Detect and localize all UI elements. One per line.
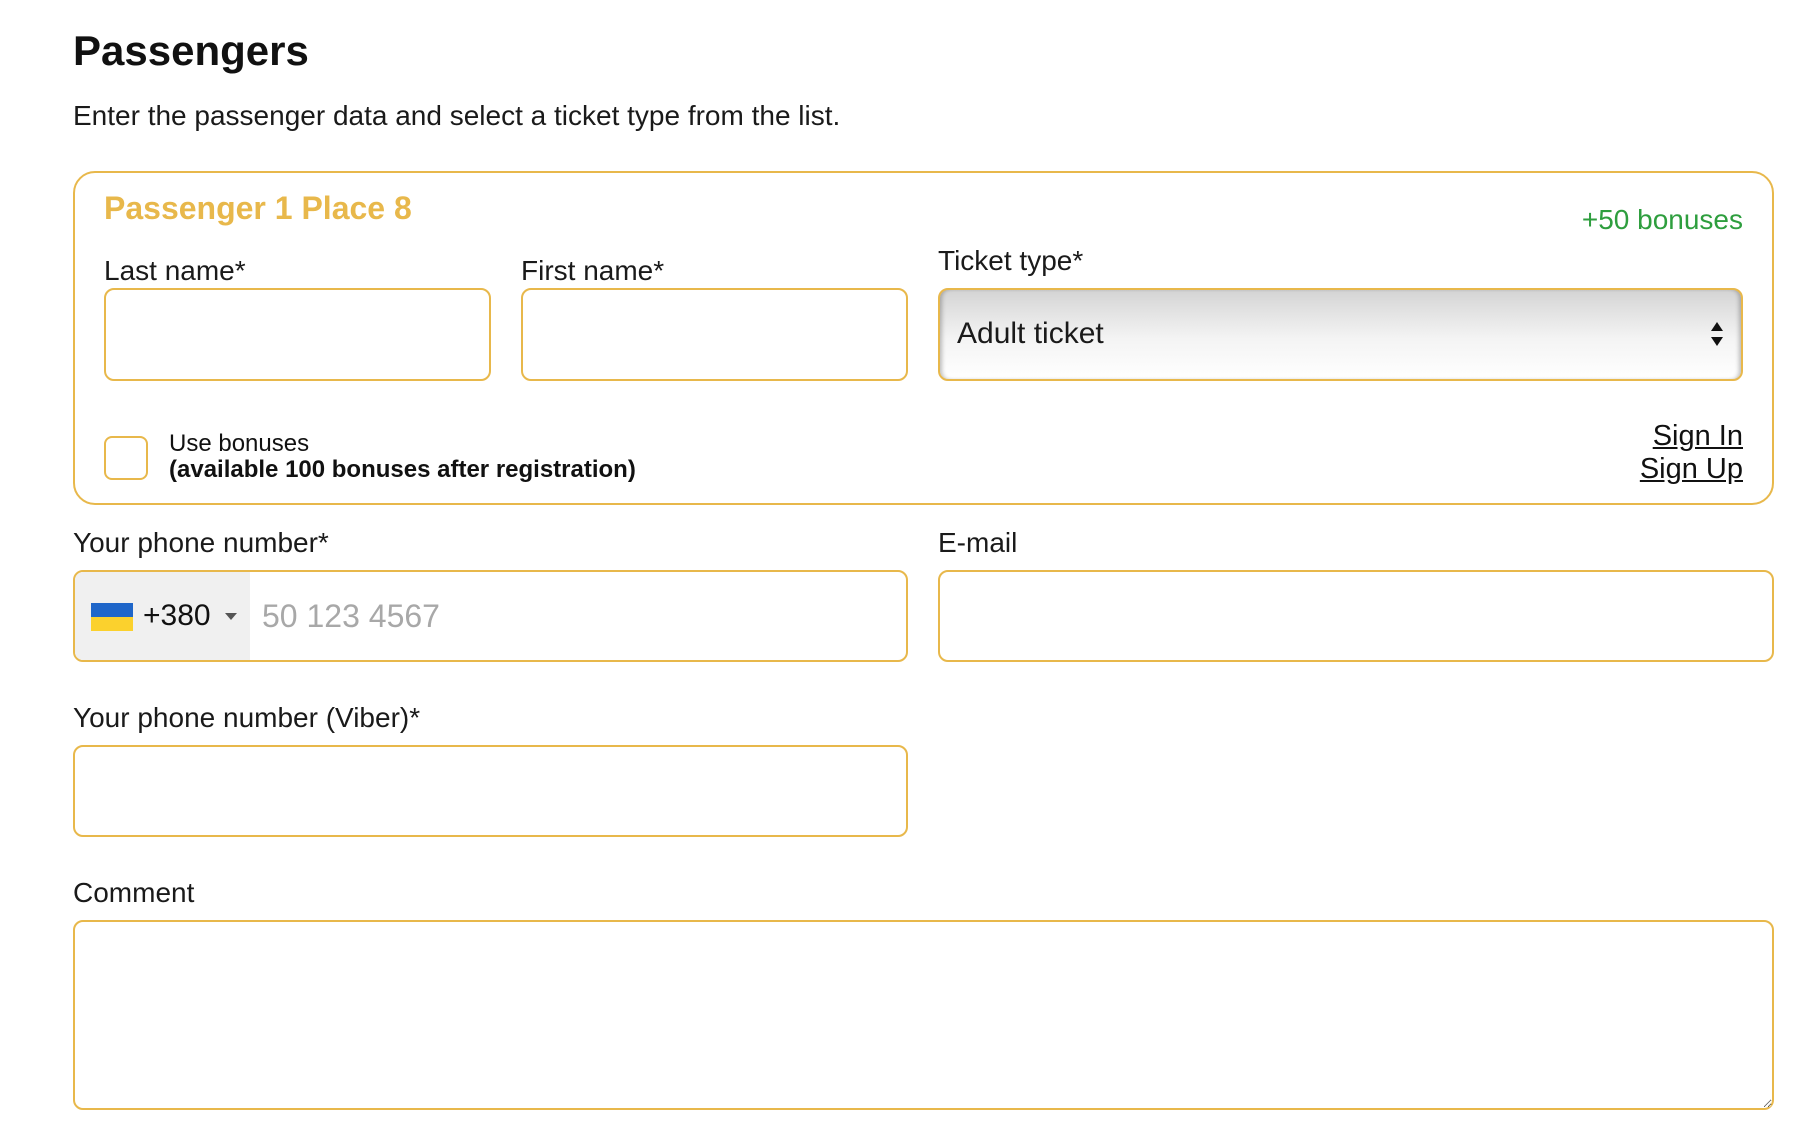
sign-in-link[interactable]: Sign In bbox=[1653, 420, 1743, 453]
phone-label: Your phone number* bbox=[73, 527, 329, 558]
email-field[interactable] bbox=[938, 570, 1774, 662]
first-name-label: First name* bbox=[521, 255, 665, 286]
viber-phone-field[interactable] bbox=[73, 745, 908, 837]
ticket-type-value: Adult ticket bbox=[957, 317, 1104, 350]
use-bonuses-note: (available 100 bonuses after registratio… bbox=[169, 456, 636, 483]
passenger-title: Passenger 1 Place 8 bbox=[104, 190, 412, 226]
ukraine-flag-icon bbox=[91, 603, 133, 631]
use-bonuses-checkbox[interactable] bbox=[104, 436, 148, 480]
use-bonuses-text: Use bonuses (available 100 bonuses after… bbox=[169, 431, 636, 483]
first-name-field[interactable] bbox=[521, 288, 908, 381]
ticket-type-label: Ticket type* bbox=[938, 245, 1084, 276]
last-name-label: Last name* bbox=[104, 255, 246, 286]
viber-phone-label: Your phone number (Viber)* bbox=[73, 702, 421, 733]
comment-label: Comment bbox=[73, 877, 195, 908]
page-subtitle: Enter the passenger data and select a ti… bbox=[73, 100, 841, 131]
use-bonuses-label: Use bonuses bbox=[169, 430, 310, 457]
comment-field[interactable] bbox=[73, 920, 1774, 1110]
select-arrows-icon bbox=[1711, 322, 1723, 346]
country-dial-code: +380 bbox=[143, 599, 211, 632]
email-label: E-mail bbox=[938, 527, 1018, 558]
sign-up-link[interactable]: Sign Up bbox=[1640, 453, 1743, 486]
phone-input[interactable] bbox=[250, 572, 906, 660]
phone-field: +380 bbox=[73, 570, 908, 662]
bonus-earn-badge: +50 bonuses bbox=[1581, 204, 1743, 235]
caret-down-icon bbox=[225, 613, 237, 620]
last-name-field[interactable] bbox=[104, 288, 491, 381]
country-code-picker[interactable]: +380 bbox=[75, 572, 250, 660]
page-title: Passengers bbox=[73, 27, 309, 74]
ticket-type-select[interactable]: Adult ticket bbox=[938, 288, 1743, 381]
